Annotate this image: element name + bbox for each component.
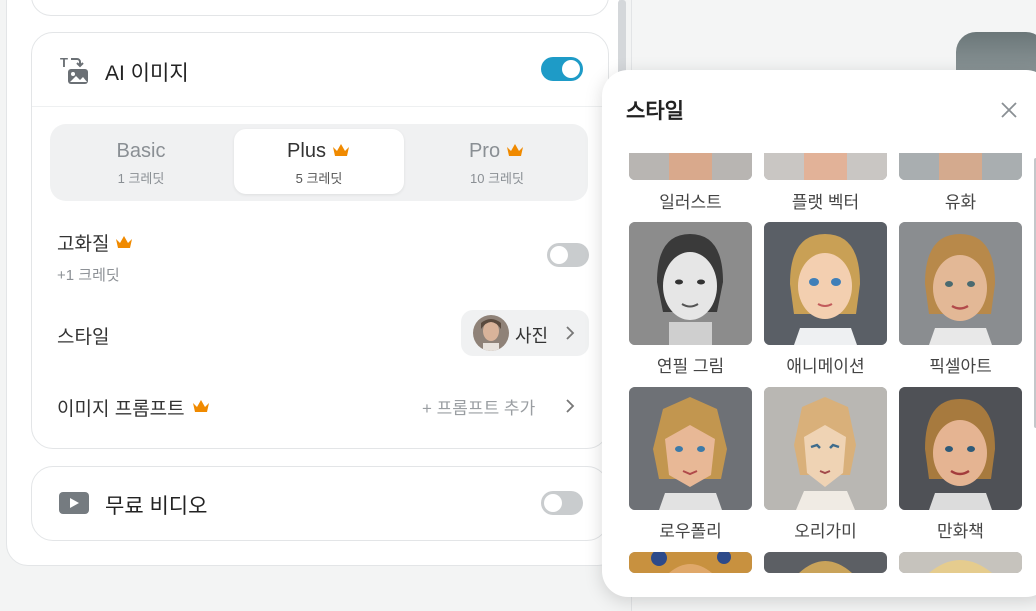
oil-painting-thumb <box>899 153 1022 180</box>
ai-image-header: T AI 이미지 <box>32 33 608 107</box>
flat-vector-thumb <box>764 153 887 180</box>
chevron-right-icon <box>566 326 575 340</box>
crown-icon <box>332 144 349 156</box>
style-item-label: 만화책 <box>937 522 984 541</box>
style-grid: 일러스트 플랫 벡터 유화 연필 그림 애니메이션 픽셀아트 로우폴리 오리가미… <box>629 153 1029 573</box>
tier-name: Basic <box>116 140 166 162</box>
prompt-label: 이미지 프롬프트 <box>57 399 185 420</box>
tier-selector: Basic 1 크레딧 Plus 5 크레딧 Pro 10 크레딧 <box>50 124 588 201</box>
tier-credits: 1 크레딧 <box>117 171 165 186</box>
ai-image-toggle[interactable] <box>541 57 583 81</box>
comic-book-thumb <box>899 387 1022 510</box>
style-label: 스타일 <box>57 327 110 348</box>
add-prompt-button[interactable]: + 프롬프트 추가 <box>422 394 535 419</box>
hd-toggle[interactable] <box>547 243 589 267</box>
crown-icon <box>116 236 132 248</box>
svg-text:T: T <box>60 55 68 70</box>
free-video-title: 무료 비디오 <box>105 495 208 518</box>
style-item-label: 유화 <box>944 193 977 212</box>
hd-credit: +1 크레딧 <box>57 267 120 284</box>
tier-name: Pro <box>468 140 501 162</box>
crown-icon <box>193 400 209 412</box>
low-poly-thumb <box>629 387 752 510</box>
style-item-label: 일러스트 <box>659 193 722 212</box>
origami-thumb <box>764 387 887 510</box>
tier-credits: 10 크레딧 <box>470 171 524 186</box>
ai-image-title: AI 이미지 <box>105 62 189 85</box>
close-icon[interactable] <box>1000 101 1018 119</box>
style-thumb <box>899 552 1022 573</box>
style-item-label: 로우폴리 <box>659 522 722 541</box>
play-icon <box>59 492 89 514</box>
style-selector[interactable]: 사진 <box>461 310 589 356</box>
illustration-thumb <box>629 153 752 180</box>
style-item-label: 픽셀아트 <box>929 357 992 376</box>
tier-plus[interactable]: Plus 5 크레딧 <box>234 129 404 194</box>
ai-image-card: T AI 이미지 Basic 1 크레딧 Plus 5 크레딧 Pro 10 크… <box>31 32 609 449</box>
pencil-drawing-thumb <box>629 222 752 345</box>
style-item-label: 연필 그림 <box>656 357 725 376</box>
popup-title: 스타일 <box>626 100 684 123</box>
tier-name: Plus <box>287 140 326 162</box>
previous-card <box>31 0 609 16</box>
style-value: 사진 <box>515 326 549 346</box>
free-video-toggle[interactable] <box>541 491 583 515</box>
animation-thumb <box>764 222 887 345</box>
style-thumb <box>629 552 752 573</box>
style-item-label: 오리가미 <box>794 522 857 541</box>
free-video-card: 무료 비디오 <box>31 466 609 541</box>
chevron-right-icon <box>566 399 575 413</box>
style-item-label: 애니메이션 <box>786 357 865 376</box>
style-thumb <box>764 552 887 573</box>
hd-label: 고화질 <box>57 234 110 255</box>
style-popup: 스타일 일러스트 플랫 벡터 유화 연필 그림 애니메이션 픽셀아트 로우폴리 … <box>602 70 1036 597</box>
style-item-label: 플랫 벡터 <box>791 193 860 212</box>
tier-pro[interactable]: Pro 10 크레딧 <box>412 129 582 194</box>
tier-basic[interactable]: Basic 1 크레딧 <box>56 129 226 194</box>
pixel-art-thumb <box>899 222 1022 345</box>
tier-credits: 5 크레딧 <box>295 171 343 186</box>
crown-icon <box>507 144 524 156</box>
photo-thumb <box>473 315 509 351</box>
text-to-image-icon: T <box>60 55 88 84</box>
